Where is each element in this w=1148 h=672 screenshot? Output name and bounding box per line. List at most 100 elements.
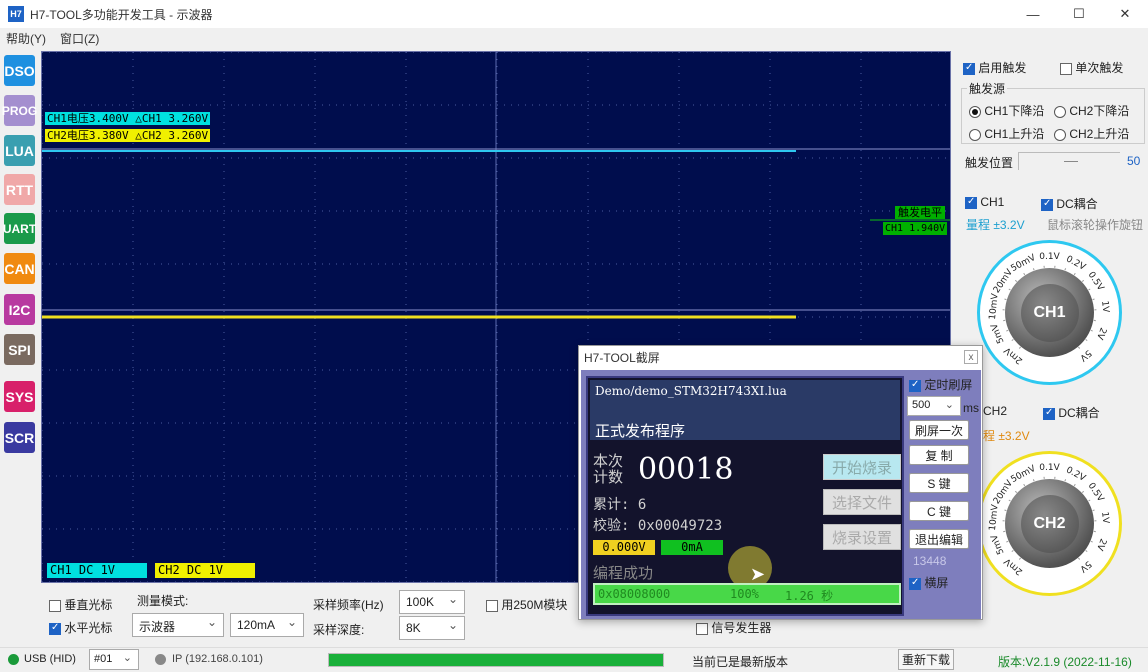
version-text: 版本:V2.1.9 (2022-11-16) (998, 655, 1132, 669)
close-button[interactable]: ✕ (1102, 0, 1148, 28)
menu-help[interactable]: 帮助(Y) (6, 30, 46, 47)
usb-status-icon (8, 654, 19, 665)
ch2-dc-coupling-checkbox[interactable]: DC耦合 (1043, 404, 1100, 421)
program-result: 编程成功 (593, 565, 654, 582)
ch1-range-knob[interactable]: 2mV 5mV 10mV 20mV 50mV 0.1V 0.2V 0.5V 1V 2V 5V CH1 (977, 240, 1122, 385)
update-message: 当前已是最新版本 (692, 655, 789, 669)
trigger-ch1-rising-radio[interactable]: CH1上升沿 (969, 125, 1044, 142)
svg-text:1V: 1V (1099, 511, 1110, 525)
program-settings-button[interactable]: 烧录设置 (823, 524, 901, 550)
svg-text:5V: 5V (1077, 558, 1093, 574)
window-title: H7-TOOL多功能开发工具 - 示波器 (30, 7, 213, 22)
start-program-button[interactable]: 开始烧录 (823, 454, 901, 480)
vertical-cursor-checkbox[interactable]: 垂直光标 (49, 596, 112, 613)
svg-text:1V: 1V (1099, 300, 1110, 314)
trigger-position-value: 50 (1127, 154, 1141, 168)
refresh-interval-select[interactable]: 500 (907, 396, 961, 416)
sidebar-dso-button[interactable]: DSO (4, 55, 35, 86)
ip-status-text: IP (192.168.0.101) (172, 653, 263, 665)
ch2-range-knob[interactable]: 2mV 5mV 10mV 20mV 50mV 0.1V 0.2V 0.5V 1V 2V 5V CH2 (977, 451, 1122, 596)
sample-rate-select[interactable]: 100K (399, 590, 465, 614)
sidebar-lua-button[interactable]: LUA (4, 135, 35, 166)
dialog-title: H7-TOOL截屏 (584, 350, 660, 365)
count-value: 00018 (638, 452, 734, 487)
dialog-code: 13448 (913, 554, 947, 568)
enable-trigger-checkbox[interactable]: 启用触发 (963, 59, 1026, 76)
ch1-knob-label: CH1 (1020, 283, 1079, 342)
trigger-ch1-falling-radio[interactable]: CH1下降沿 (969, 102, 1044, 119)
count-label: 本次 计数 (593, 453, 624, 486)
sample-rate-label: 采样频率(Hz) (313, 598, 384, 612)
ch2-enable-checkbox[interactable]: CH2 (983, 404, 1007, 418)
c-key-button[interactable]: C 键 (909, 501, 969, 521)
release-subtitle: 正式发布程序 (595, 423, 686, 440)
ip-status-icon (155, 654, 166, 665)
measure-mode-select[interactable]: 示波器 (132, 613, 224, 637)
svg-text:2V: 2V (1094, 326, 1108, 342)
exit-edit-button[interactable]: 退出编辑 (909, 529, 969, 549)
svg-text:0.1V: 0.1V (1039, 463, 1060, 473)
trigger-ch2-rising-radio[interactable]: CH2上升沿 (1054, 125, 1129, 142)
svg-text:2V: 2V (1094, 537, 1108, 553)
svg-text:10mV: 10mV (988, 503, 1001, 531)
sidebar-i2c-button[interactable]: I2C (4, 294, 35, 325)
svg-text:0.2V: 0.2V (1064, 465, 1088, 484)
trigger-source-title: 触发源 (967, 80, 1008, 97)
sample-depth-select[interactable]: 8K (399, 616, 465, 640)
program-progress-bar: 0x08008000 100% 1.26 秒 (593, 583, 901, 605)
redownload-button[interactable]: 重新下载 (898, 649, 954, 670)
timed-refresh-checkbox[interactable]: 定时刷屏 (909, 376, 972, 393)
device-select[interactable]: #01 (89, 649, 139, 670)
slider-thumb[interactable] (1064, 161, 1078, 162)
device-screen: Demo/demo_STM32H743XI.lua 正式发布程序 本次 计数 00… (586, 376, 904, 616)
update-progress-fill (329, 654, 663, 666)
checksum: 校验: 0x00049723 (593, 518, 723, 534)
current-readout: 0mA (661, 540, 723, 555)
svg-text:0.2V: 0.2V (1064, 254, 1088, 273)
sidebar-sys-button[interactable]: SYS (4, 381, 35, 412)
current-range-select[interactable]: 120mA (230, 613, 304, 637)
sidebar-spi-button[interactable]: SPI (4, 334, 35, 365)
sidebar-scr-button[interactable]: SCR (4, 422, 35, 453)
minimize-button[interactable]: — (1010, 0, 1056, 28)
signal-generator-checkbox[interactable]: 信号发生器 (696, 619, 771, 636)
trigger-position-label: 触发位置 (965, 156, 1014, 170)
svg-text:0.1V: 0.1V (1039, 252, 1060, 262)
trigger-level-label: 触发电平 (895, 206, 945, 219)
dialog-close-button[interactable]: x (964, 350, 978, 364)
copy-button[interactable]: 复 制 (909, 445, 969, 465)
maximize-button[interactable]: ☐ (1056, 0, 1102, 28)
ch1-range-label: 量程 ±3.2V (966, 218, 1025, 232)
s-key-button[interactable]: S 键 (909, 473, 969, 493)
horizontal-cursor-checkbox[interactable]: 水平光标 (49, 619, 112, 636)
ch2-voltage-label: CH2电压3.380V △CH2 3.260V (45, 129, 211, 142)
update-progress-bar (328, 653, 664, 667)
trigger-position-slider[interactable] (1018, 152, 1120, 170)
refresh-once-button[interactable]: 刷屏一次 (909, 420, 969, 440)
sidebar-rtt-button[interactable]: RTT (4, 174, 35, 205)
sample-depth-label: 采样深度: (313, 623, 365, 637)
sidebar-prog-button[interactable]: PROG (2, 95, 37, 126)
trigger-level-value: CH1 1.940V (883, 222, 948, 235)
sidebar-uart-button[interactable]: UART (3, 213, 36, 244)
svg-text:5mV: 5mV (989, 321, 1006, 345)
total-count: 累计: 6 (593, 497, 647, 513)
title-bar: H7 H7-TOOL多功能开发工具 - 示波器 — ☐ ✕ (0, 0, 1148, 28)
file-path: Demo/demo_STM32H743XI.lua (595, 384, 787, 398)
ch1-dc-coupling-checkbox[interactable]: DC耦合 (1041, 195, 1098, 212)
select-file-button[interactable]: 选择文件 (823, 489, 901, 515)
screenshot-dialog: H7-TOOL截屏 x Demo/demo_STM32H743XI.lua 正式… (578, 345, 983, 620)
voltage-readout: 0.000V (593, 540, 655, 555)
ch1-knob-hint: 鼠标滚轮操作旋钮 (1047, 218, 1144, 232)
menu-window[interactable]: 窗口(Z) (60, 30, 99, 47)
ch1-enable-checkbox[interactable]: CH1 (965, 195, 1004, 209)
ch1-voltage-label: CH1电压3.400V △CH1 3.260V (45, 112, 211, 125)
ch1-dc-badge: CH1 DC 1V (47, 563, 147, 578)
use-250m-checkbox[interactable]: 用250M模块 (486, 596, 567, 613)
progress-time: 1.26 秒 (785, 589, 834, 603)
single-trigger-checkbox[interactable]: 单次触发 (1060, 59, 1123, 76)
app-icon: H7 (8, 6, 24, 22)
landscape-checkbox[interactable]: 横屏 (909, 574, 948, 591)
sidebar-can-button[interactable]: CAN (4, 253, 35, 284)
trigger-ch2-falling-radio[interactable]: CH2下降沿 (1054, 102, 1129, 119)
